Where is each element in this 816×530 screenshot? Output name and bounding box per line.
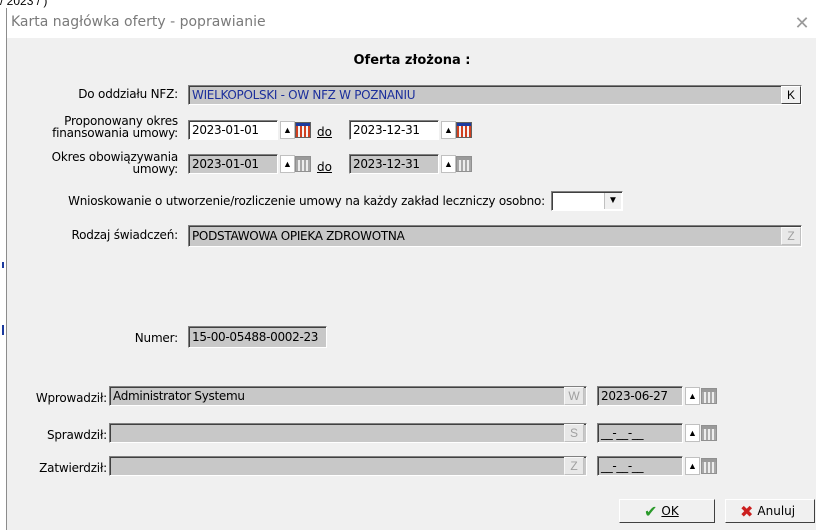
- validity-from-spinner: ▲: [280, 155, 295, 173]
- approved-by-date: __-__-__: [597, 456, 683, 476]
- checked-by-label: Sprawdził:: [46, 428, 107, 442]
- approved-by-date-spinner: ▲: [685, 457, 700, 475]
- left-edge-mark: [2, 262, 4, 268]
- financing-from-date[interactable]: 2023-01-01: [188, 120, 278, 140]
- nfz-field[interactable]: WIELKOPOLSKI - OW NFZ W POZNANIU: [188, 85, 802, 105]
- approved-by-label: Zatwierdził:: [39, 461, 107, 475]
- nfz-label: Do oddziału NFZ:: [78, 87, 178, 101]
- window-title: Karta nagłówka oferty - poprawianie: [11, 14, 266, 30]
- approved-by-field: [109, 456, 587, 476]
- entered-by-date-spinner: ▲: [685, 387, 700, 405]
- entered-by-field: Administrator Systemu: [109, 386, 587, 406]
- validity-to-calendar-icon: [456, 156, 472, 172]
- cancel-x-icon: ✖: [740, 501, 754, 521]
- top-strip-text: / 2023 / ): [0, 0, 48, 8]
- top-strip: / 2023 / ): [0, 0, 816, 8]
- close-icon[interactable]: ✕: [791, 12, 813, 34]
- left-edge-mark: [2, 325, 4, 335]
- entered-by-calendar-icon: [701, 388, 717, 404]
- validity-from-calendar-icon: [295, 156, 311, 172]
- checked-by-select-button: S: [564, 424, 584, 442]
- financing-to-date[interactable]: 2023-12-31: [349, 120, 439, 140]
- financing-to-spinner[interactable]: ▲: [441, 121, 456, 139]
- validity-to-label: do: [317, 160, 332, 174]
- checked-by-date-spinner: ▲: [685, 424, 700, 442]
- chevron-down-icon[interactable]: ▼: [604, 193, 621, 209]
- service-type-field: PODSTAWOWA OPIEKA ZDROWOTNA: [188, 225, 802, 247]
- title-bar: Karta nagłówka oferty - poprawianie ✕: [7, 8, 816, 38]
- nfz-select-button[interactable]: K: [781, 86, 801, 104]
- ok-button-label: OK: [661, 504, 679, 518]
- number-field: 15-00-05488-0002-23: [188, 326, 327, 348]
- service-type-label: Rodzaj świadczeń:: [71, 228, 179, 242]
- entered-by-label: Wprowadził:: [35, 391, 107, 405]
- separate-request-dropdown[interactable]: ▼: [551, 191, 623, 211]
- validity-period-label: Okres obowiązywania umowy:: [51, 150, 179, 176]
- financing-period-label: Proponowany okres finansowania umowy:: [52, 114, 178, 140]
- checked-by-calendar-icon: [701, 425, 717, 441]
- validity-to-date: 2023-12-31: [349, 154, 439, 174]
- financing-from-spinner[interactable]: ▲: [280, 121, 295, 139]
- number-label: Numer:: [134, 331, 178, 345]
- checked-by-date: __-__-__: [597, 423, 683, 443]
- offer-status-heading: Oferta złożona :: [353, 53, 471, 68]
- approved-by-calendar-icon: [701, 458, 717, 474]
- checkmark-icon: ✔: [644, 501, 658, 521]
- approved-by-select-button: Z: [564, 457, 584, 475]
- financing-from-calendar-icon[interactable]: [295, 122, 311, 138]
- entered-by-date: 2023-06-27: [597, 386, 683, 406]
- checked-by-field: [109, 423, 587, 443]
- financing-to-calendar-icon[interactable]: [456, 122, 472, 138]
- validity-from-date: 2023-01-01: [188, 154, 278, 174]
- separate-request-label: Wnioskowanie o utworzenie/rozliczenie um…: [68, 194, 545, 208]
- ok-button[interactable]: ✔ OK: [619, 499, 715, 523]
- cancel-button-label: Anuluj: [757, 504, 796, 518]
- cancel-button[interactable]: ✖ Anuluj: [725, 499, 815, 523]
- entered-by-select-button: W: [564, 387, 584, 405]
- service-type-select-button: Z: [781, 227, 801, 245]
- validity-to-spinner: ▲: [441, 155, 456, 173]
- dialog-window: Karta nagłówka oferty - poprawianie ✕ Of…: [6, 8, 816, 530]
- financing-to-label: do: [317, 125, 332, 139]
